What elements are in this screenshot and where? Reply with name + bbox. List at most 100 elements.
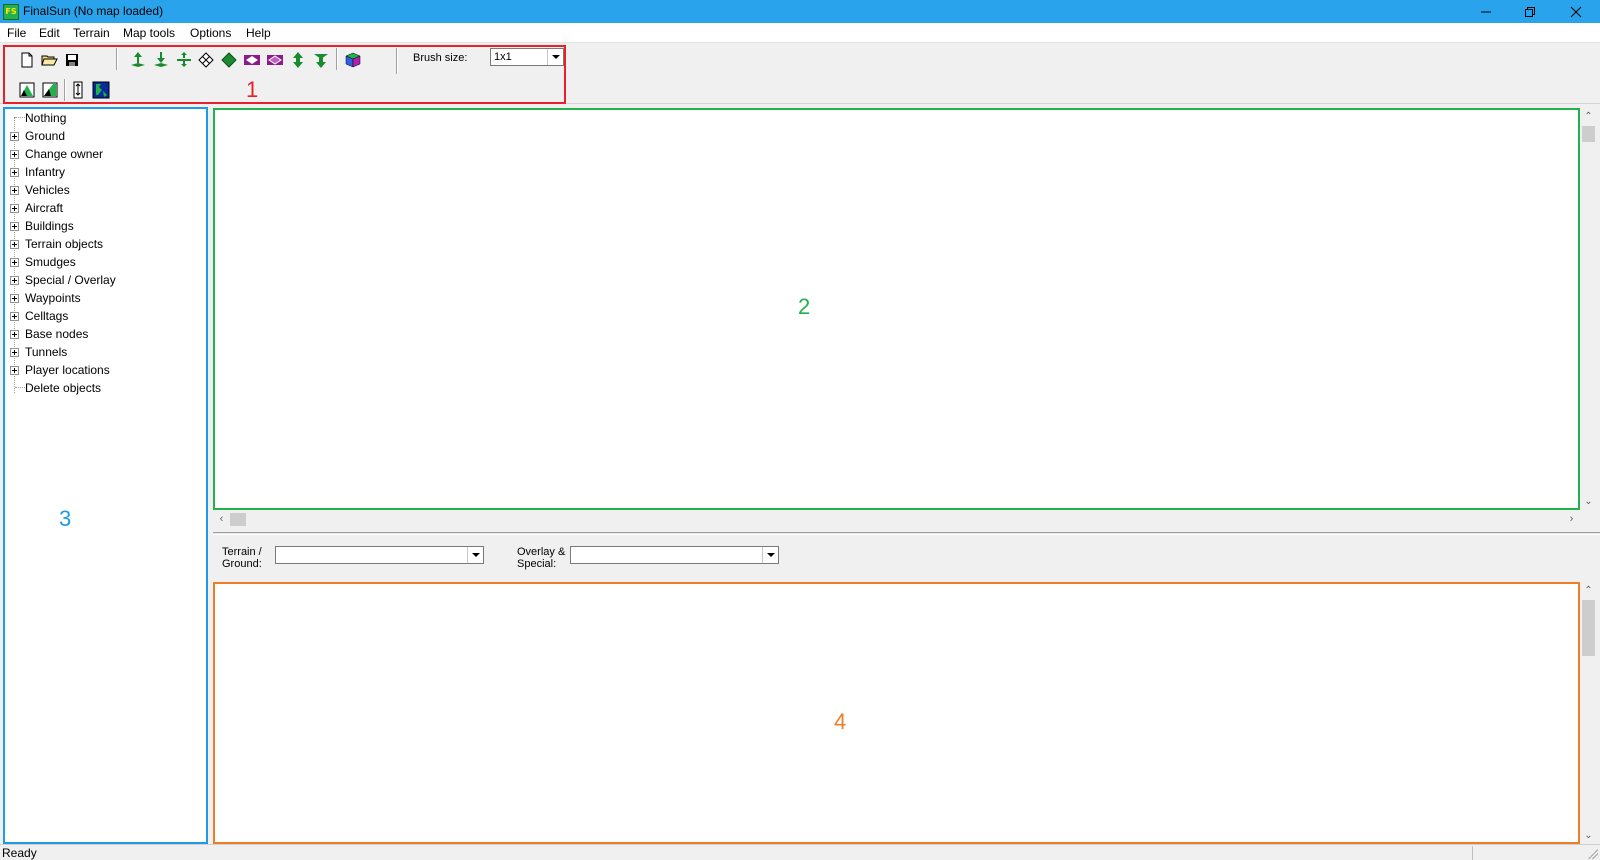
- menu-help[interactable]: Help: [246, 26, 271, 40]
- tree-item[interactable]: Ground: [5, 127, 195, 145]
- map-vertical-scrollbar[interactable]: ⌃ ⌄: [1580, 108, 1597, 510]
- scroll-thumb[interactable]: [230, 513, 246, 526]
- overlay-special-label: Overlay & Special:: [517, 546, 565, 570]
- open-button[interactable]: [40, 51, 58, 69]
- chevron-down-icon[interactable]: [547, 49, 563, 65]
- tree-item-label: Nothing: [25, 111, 67, 125]
- expand-plus-icon[interactable]: [10, 294, 19, 303]
- resize-grip-icon[interactable]: [1588, 849, 1598, 859]
- expand-plus-icon[interactable]: [10, 312, 19, 321]
- close-icon: [1570, 6, 1582, 18]
- tree-item[interactable]: Waypoints: [5, 289, 195, 307]
- expand-plus-icon[interactable]: [10, 366, 19, 375]
- annotation-label-3: 3: [59, 506, 72, 531]
- brush-size-select[interactable]: 1x1: [490, 48, 564, 66]
- open-folder-icon: [41, 55, 58, 66]
- cube-button[interactable]: [344, 51, 362, 69]
- waypoint-map-button[interactable]: [92, 81, 110, 99]
- map-view[interactable]: 2: [213, 108, 1580, 510]
- tree-item[interactable]: Tunnels: [5, 343, 195, 361]
- tree-item[interactable]: Buildings: [5, 217, 195, 235]
- tree-item[interactable]: Smudges: [5, 253, 195, 271]
- expand-plus-icon[interactable]: [10, 276, 19, 285]
- raise-tile-purple-icon: [244, 55, 260, 65]
- flatten-ground-button[interactable]: [175, 51, 193, 69]
- toolbar-separator: [116, 48, 118, 70]
- chevron-down-icon[interactable]: [467, 547, 483, 563]
- raise-single-button[interactable]: [289, 51, 307, 69]
- scroll-up-icon[interactable]: ⌃: [1580, 582, 1597, 599]
- terrain-b-button[interactable]: [41, 81, 59, 99]
- overlay-label-line1: Overlay &: [517, 546, 566, 558]
- lower-single-button[interactable]: [312, 51, 330, 69]
- title-bar: FS FinalSun (No map loaded): [0, 0, 1600, 23]
- expand-plus-icon[interactable]: [10, 168, 19, 177]
- expand-plus-icon[interactable]: [10, 132, 19, 141]
- close-button[interactable]: [1554, 0, 1598, 23]
- horizontal-splitter[interactable]: [213, 532, 1600, 535]
- tree-item[interactable]: Celltags: [5, 307, 195, 325]
- app-icon: FS: [3, 4, 19, 20]
- expand-plus-icon[interactable]: [10, 222, 19, 231]
- expand-plus-icon[interactable]: [10, 330, 19, 339]
- tube-button[interactable]: [69, 81, 87, 99]
- scroll-thumb[interactable]: [1582, 600, 1595, 656]
- raise-tile-purple-button[interactable]: [243, 51, 261, 69]
- expand-plus-icon[interactable]: [10, 240, 19, 249]
- tree-item[interactable]: Change owner: [5, 145, 195, 163]
- menu-map-tools[interactable]: Map tools: [123, 26, 175, 40]
- overlay-special-select[interactable]: [570, 546, 779, 564]
- tree-item[interactable]: Terrain objects: [5, 235, 195, 253]
- menu-bar: File Edit Terrain Map tools Options Help: [0, 23, 1600, 43]
- scroll-down-icon[interactable]: ⌄: [1580, 827, 1597, 844]
- menu-options[interactable]: Options: [190, 26, 231, 40]
- tile-browser-view[interactable]: 4: [213, 582, 1580, 844]
- expand-plus-icon[interactable]: [10, 186, 19, 195]
- tree-item[interactable]: Vehicles: [5, 181, 195, 199]
- terrain-label-line2: Ground:: [222, 558, 262, 570]
- scroll-down-icon[interactable]: ⌄: [1580, 493, 1597, 510]
- expand-plus-icon[interactable]: [10, 150, 19, 159]
- save-icon: [66, 54, 78, 66]
- expand-plus-icon[interactable]: [10, 258, 19, 267]
- restore-button[interactable]: [1508, 0, 1552, 23]
- tile-vertical-scrollbar[interactable]: ⌃ ⌄: [1580, 582, 1597, 844]
- tree-item[interactable]: Base nodes: [5, 325, 195, 343]
- scroll-right-icon[interactable]: ›: [1563, 511, 1580, 528]
- expand-plus-icon[interactable]: [10, 204, 19, 213]
- tree-item[interactable]: Player locations: [5, 361, 195, 379]
- chevron-down-icon[interactable]: [762, 547, 778, 563]
- tree-item[interactable]: Infantry: [5, 163, 195, 181]
- raise-ground-button[interactable]: [129, 51, 147, 69]
- object-tree-panel[interactable]: Nothing Ground Change owner Infantry Vehicle…: [3, 107, 208, 844]
- terrain-label-line1: Terrain /: [222, 546, 262, 558]
- show-tile-button[interactable]: [220, 51, 238, 69]
- hide-tile-button[interactable]: [197, 51, 215, 69]
- menu-edit[interactable]: Edit: [39, 26, 60, 40]
- toolbar-area: [0, 44, 1600, 104]
- menu-terrain[interactable]: Terrain: [73, 26, 110, 40]
- terrain-ground-select[interactable]: [275, 546, 484, 564]
- minimize-button[interactable]: [1464, 0, 1508, 23]
- map-horizontal-scrollbar[interactable]: ‹ ›: [213, 511, 1580, 528]
- tree-item-label: Terrain objects: [25, 237, 104, 251]
- tree-item-label: Tunnels: [25, 345, 68, 359]
- lower-tile-purple-button[interactable]: [266, 51, 284, 69]
- window-title: FinalSun (No map loaded): [23, 4, 164, 18]
- terrain-a-button[interactable]: [18, 81, 36, 99]
- lower-tile-purple-icon: [267, 55, 283, 65]
- expand-plus-icon[interactable]: [10, 348, 19, 357]
- scroll-thumb[interactable]: [1582, 126, 1595, 142]
- tree-item[interactable]: Nothing: [5, 109, 195, 127]
- menu-file[interactable]: File: [7, 26, 26, 40]
- scroll-up-icon[interactable]: ⌃: [1580, 108, 1597, 125]
- tree-item[interactable]: Delete objects: [5, 379, 195, 397]
- scroll-left-icon[interactable]: ‹: [213, 511, 230, 528]
- tree-item[interactable]: Aircraft: [5, 199, 195, 217]
- new-file-button[interactable]: [18, 51, 36, 69]
- lower-ground-button[interactable]: [152, 51, 170, 69]
- tree-item-label: Delete objects: [25, 381, 102, 395]
- tree-item[interactable]: Special / Overlay: [5, 271, 195, 289]
- save-button[interactable]: [63, 51, 81, 69]
- annotation-label-2: 2: [798, 294, 811, 319]
